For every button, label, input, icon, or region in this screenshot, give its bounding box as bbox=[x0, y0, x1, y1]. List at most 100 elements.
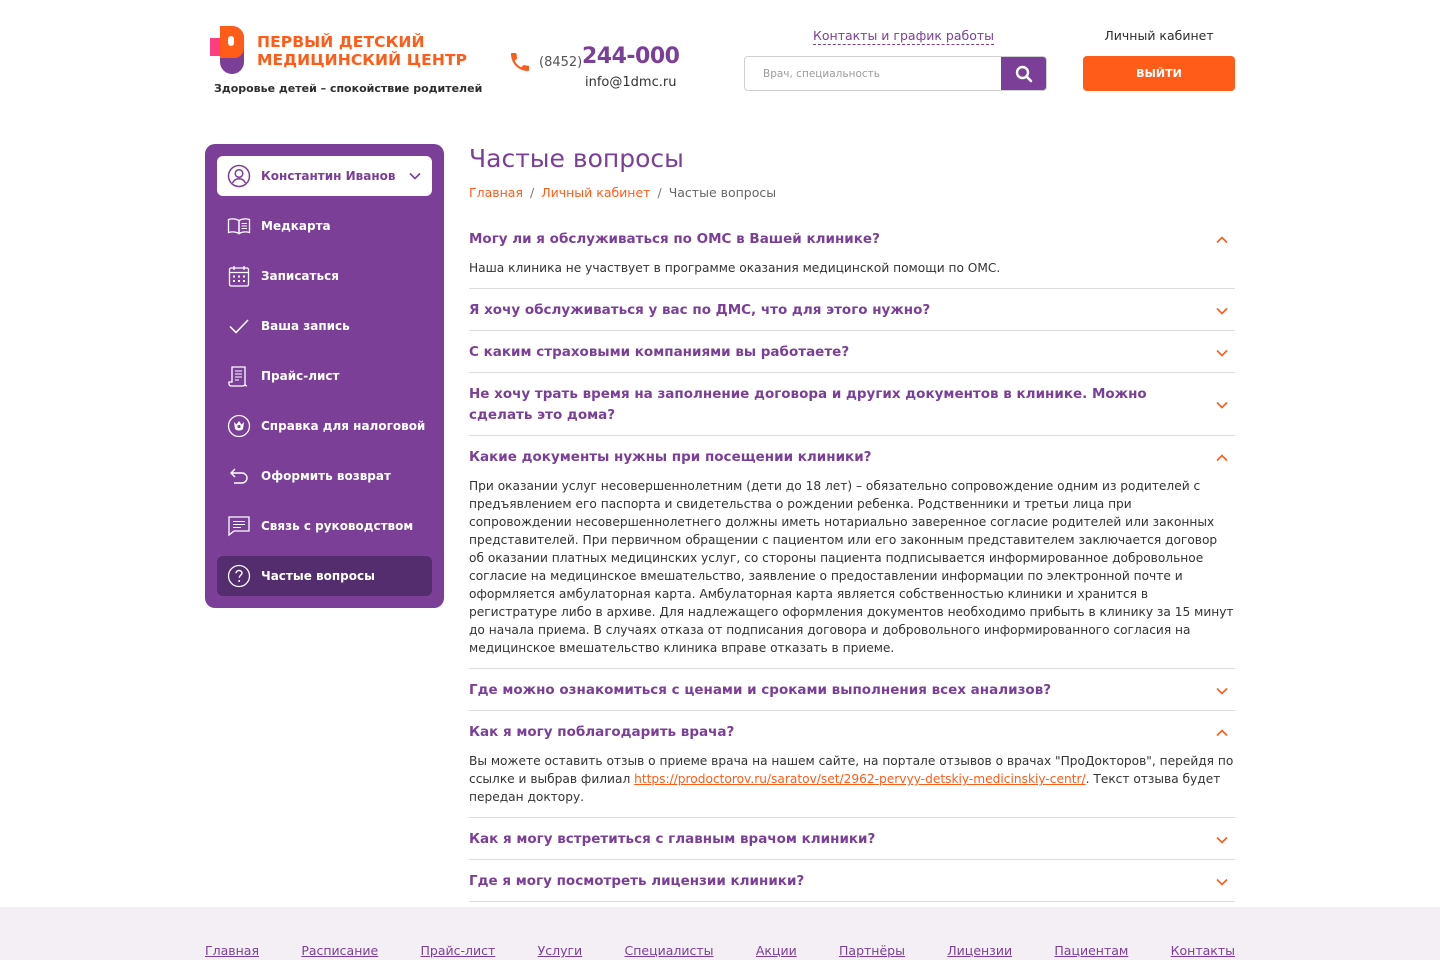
chevron-down-icon bbox=[1216, 836, 1228, 844]
chevron-up-icon bbox=[1216, 728, 1228, 736]
sidebar-item-medcard[interactable]: Медкарта bbox=[217, 206, 432, 246]
search-button[interactable] bbox=[1001, 57, 1046, 90]
faq-question-header[interactable]: Где можно ознакомиться с ценами и срокам… bbox=[469, 669, 1235, 710]
sidebar-item-faq[interactable]: Частые вопросы bbox=[217, 556, 432, 596]
footer: Главная Расписание Прайс-лист Услуги Спе… bbox=[0, 907, 1440, 960]
faq-item: Как я могу поблагодарить врача? Вы может… bbox=[469, 711, 1235, 818]
faq-item: Не хочу трать время на заполнение догово… bbox=[469, 373, 1235, 436]
phone-code: (8452) bbox=[539, 55, 583, 70]
question-icon bbox=[227, 564, 251, 588]
footer-link-contacts[interactable]: Контакты bbox=[1171, 943, 1235, 958]
logo-title[interactable]: ПЕРВЫЙ ДЕТСКИЙ МЕДИЦИНСКИЙ ЦЕНТР bbox=[257, 33, 467, 69]
breadcrumb: Главная / Личный кабинет / Частые вопросы bbox=[469, 185, 776, 200]
sidebar-item-label: Справка для налоговой bbox=[261, 419, 426, 433]
faq-list: Могу ли я обслуживаться по ОМС в Вашей к… bbox=[469, 218, 1235, 902]
page-title: Частые вопросы bbox=[469, 144, 684, 173]
search-box bbox=[744, 56, 1047, 91]
prodoctorov-link[interactable]: https://prodoctorov.ru/saratov/set/2962-… bbox=[634, 772, 1086, 786]
chevron-down-icon bbox=[1216, 401, 1228, 409]
faq-question: Какие документы нужны при посещении клин… bbox=[469, 449, 872, 465]
logo-title-line1: ПЕРВЫЙ ДЕТСКИЙ bbox=[257, 33, 425, 51]
chevron-down-icon bbox=[1216, 687, 1228, 695]
faq-question-header[interactable]: Не хочу трать время на заполнение догово… bbox=[469, 373, 1235, 435]
logo-tagline: Здоровье детей – спокойствие родителей bbox=[214, 82, 483, 95]
sidebar-item-label: Медкарта bbox=[261, 219, 331, 233]
faq-answer: Вы можете оставить отзыв о приеме врача … bbox=[469, 752, 1235, 817]
footer-link-promotions[interactable]: Акции bbox=[756, 943, 797, 958]
faq-question-header[interactable]: С каким страховыми компаниями вы работае… bbox=[469, 331, 1235, 372]
footer-link-price-list[interactable]: Прайс-лист bbox=[421, 943, 496, 958]
faq-question-header[interactable]: Я хочу обслуживаться у вас по ДМС, что д… bbox=[469, 289, 1235, 330]
footer-link-specialists[interactable]: Специалисты bbox=[625, 943, 714, 958]
faq-item: Где я могу посмотреть лицензии клиники? bbox=[469, 860, 1235, 902]
sidebar-item-tax-certificate[interactable]: Справка для налоговой bbox=[217, 406, 432, 446]
faq-item: Могу ли я обслуживаться по ОМС в Вашей к… bbox=[469, 218, 1235, 289]
search-input[interactable] bbox=[745, 57, 1001, 90]
faq-item: Я хочу обслуживаться у вас по ДМС, что д… bbox=[469, 289, 1235, 331]
footer-link-partners[interactable]: Партнёры bbox=[839, 943, 905, 958]
faq-item: Какие документы нужны при посещении клин… bbox=[469, 436, 1235, 669]
faq-question-header[interactable]: Как я могу встретиться с главным врачом … bbox=[469, 818, 1235, 859]
faq-question-header[interactable]: Какие документы нужны при посещении клин… bbox=[469, 436, 1235, 477]
phone-icon bbox=[508, 50, 532, 74]
user-menu[interactable]: Константин Иванов bbox=[217, 156, 432, 196]
sidebar-item-price-list[interactable]: Прайс-лист bbox=[217, 356, 432, 396]
faq-question-header[interactable]: Где я могу посмотреть лицензии клиники? bbox=[469, 860, 1235, 901]
message-icon bbox=[228, 516, 250, 537]
sidebar-item-contact-management[interactable]: Связь с руководством bbox=[217, 506, 432, 546]
faq-question: Я хочу обслуживаться у вас по ДМС, что д… bbox=[469, 302, 931, 318]
contacts-link[interactable]: Контакты и график работы bbox=[813, 28, 995, 45]
sidebar-item-label: Ваша запись bbox=[261, 319, 350, 333]
breadcrumb-home[interactable]: Главная bbox=[469, 185, 523, 200]
faq-item: Как я могу встретиться с главным врачом … bbox=[469, 818, 1235, 860]
footer-link-patients[interactable]: Пациентам bbox=[1054, 943, 1128, 958]
price-list-icon bbox=[228, 366, 248, 387]
faq-question: Могу ли я обслуживаться по ОМС в Вашей к… bbox=[469, 231, 880, 247]
breadcrumb-separator: / bbox=[657, 185, 662, 200]
logout-button[interactable]: ВЫЙТИ bbox=[1083, 56, 1235, 91]
footer-link-home[interactable]: Главная bbox=[205, 943, 259, 958]
chevron-up-icon bbox=[1216, 453, 1228, 461]
footer-link-services[interactable]: Услуги bbox=[538, 943, 583, 958]
footer-link-licenses[interactable]: Лицензии bbox=[947, 943, 1012, 958]
faq-question: Как я могу поблагодарить врача? bbox=[469, 724, 735, 740]
chevron-down-icon bbox=[1216, 307, 1228, 315]
sidebar-item-refund[interactable]: Оформить возврат bbox=[217, 456, 432, 496]
chevron-up-icon bbox=[1216, 235, 1228, 243]
sidebar-item-label: Оформить возврат bbox=[261, 469, 391, 483]
chevron-down-icon bbox=[1216, 349, 1228, 357]
chevron-down-icon bbox=[1216, 878, 1228, 886]
sidebar: Константин Иванов Медкарта Записаться Ва… bbox=[205, 144, 444, 608]
faq-question-header[interactable]: Могу ли я обслуживаться по ОМС в Вашей к… bbox=[469, 218, 1235, 259]
sidebar-item-my-appointment[interactable]: Ваша запись bbox=[217, 306, 432, 346]
cabinet-label: Личный кабинет bbox=[1104, 28, 1214, 43]
phone-number[interactable]: 244-000 bbox=[582, 44, 680, 69]
breadcrumb-cabinet[interactable]: Личный кабинет bbox=[541, 185, 650, 200]
faq-question: Где можно ознакомиться с ценами и срокам… bbox=[469, 682, 1052, 698]
sidebar-item-label: Связь с руководством bbox=[261, 519, 414, 533]
faq-answer: При оказании услуг несовершеннолетним (д… bbox=[469, 479, 1234, 655]
footer-link-schedule[interactable]: Расписание bbox=[301, 943, 378, 958]
faq-question: С каким страховыми компаниями вы работае… bbox=[469, 344, 850, 360]
logo-icon[interactable] bbox=[206, 26, 246, 74]
user-icon bbox=[227, 164, 251, 188]
book-icon bbox=[227, 218, 251, 235]
check-icon bbox=[229, 319, 249, 334]
chevron-down-icon bbox=[409, 172, 421, 180]
faq-question: Как я могу встретиться с главным врачом … bbox=[469, 831, 876, 847]
breadcrumb-separator: / bbox=[530, 185, 535, 200]
faq-item: С каким страховыми компаниями вы работае… bbox=[469, 331, 1235, 373]
breadcrumb-current: Частые вопросы bbox=[668, 185, 777, 200]
sidebar-item-label: Частые вопросы bbox=[261, 569, 375, 583]
logo-title-line2: МЕДИЦИНСКИЙ ЦЕНТР bbox=[257, 51, 468, 69]
faq-answer: Наша клиника не участвует в программе ок… bbox=[469, 261, 1001, 275]
sidebar-item-appointment[interactable]: Записаться bbox=[217, 256, 432, 296]
faq-question-header[interactable]: Как я могу поблагодарить врача? bbox=[469, 711, 1235, 752]
sidebar-item-label: Записаться bbox=[261, 269, 339, 283]
sidebar-item-label: Прайс-лист bbox=[261, 369, 340, 383]
user-name: Константин Иванов bbox=[261, 169, 396, 183]
calendar-icon bbox=[228, 266, 250, 287]
faq-question: Не хочу трать время на заполнение догово… bbox=[469, 386, 1147, 423]
email-link[interactable]: info@1dmc.ru bbox=[585, 75, 676, 90]
faq-item: Где можно ознакомиться с ценами и срокам… bbox=[469, 669, 1235, 711]
